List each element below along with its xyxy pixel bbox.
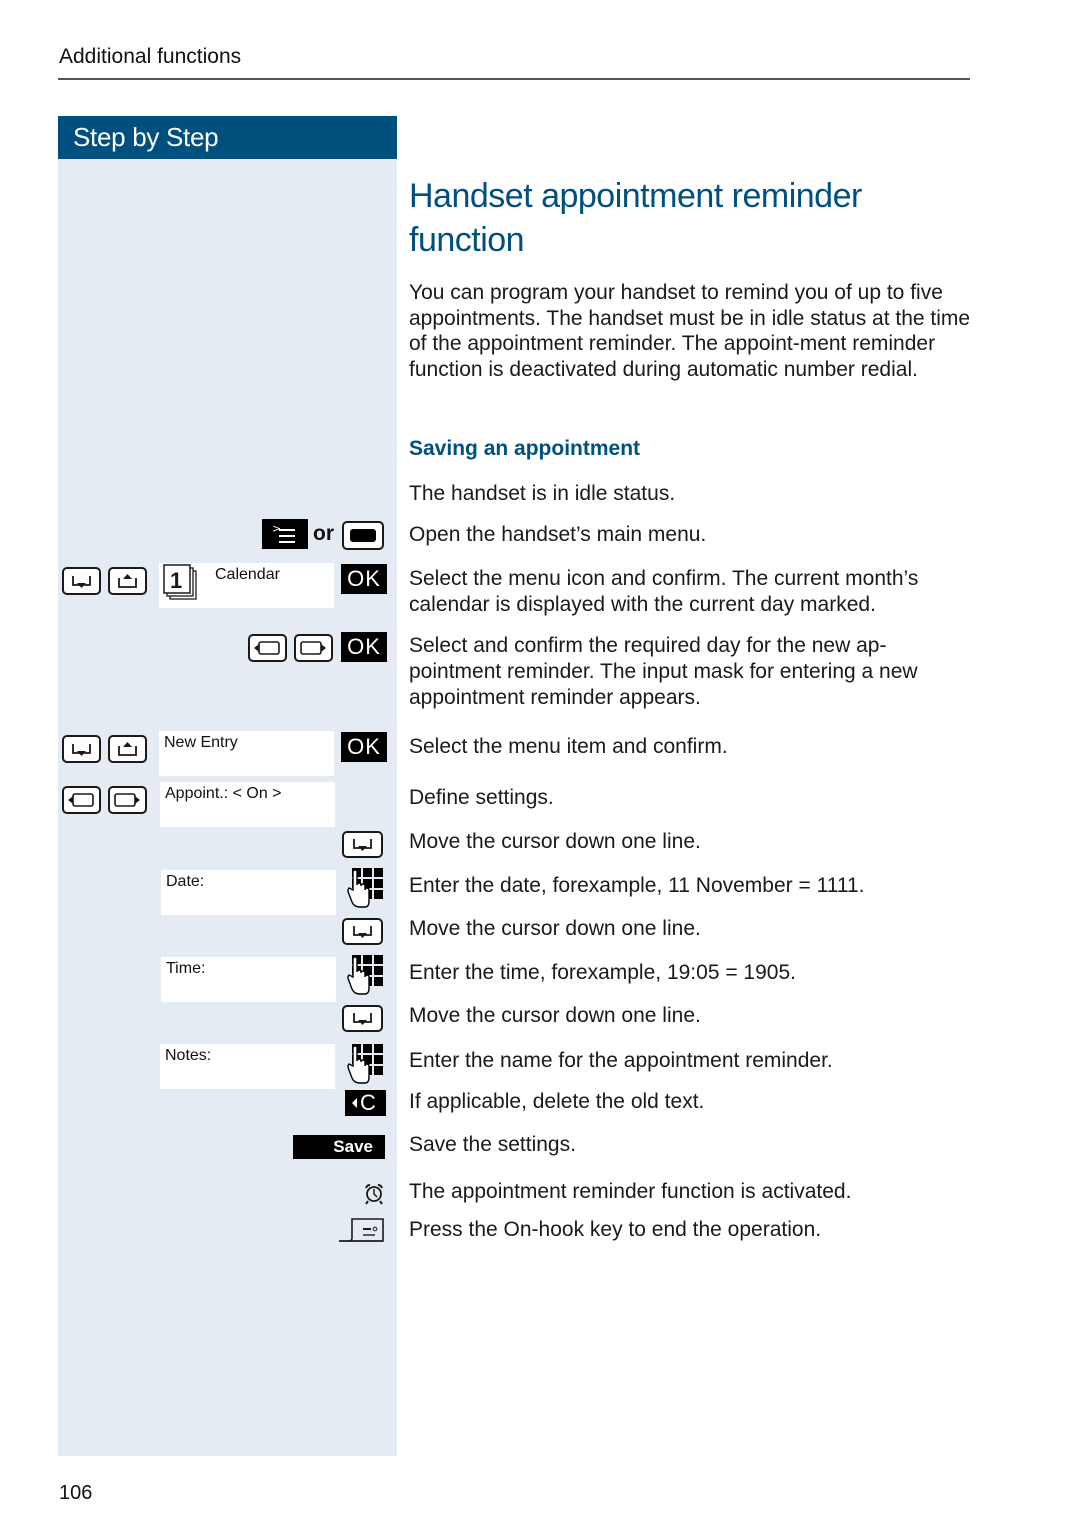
ok-key: OK [341,632,387,662]
step-text: Open the handset’s main menu. [409,523,707,546]
on-hook-key-icon [337,1216,385,1244]
new-entry-display: New Entry [159,731,334,776]
right-key-icon [294,634,333,662]
clear-key: C [345,1090,386,1116]
save-softkey: Save [293,1135,385,1159]
step-text: Enter the name for the appointment remin… [409,1049,833,1072]
down-key-icon [342,918,383,945]
ok-key: OK [341,732,387,762]
notes-display: Notes: [160,1044,335,1089]
step-text: Move the cursor down one line. [409,830,701,853]
step-text: Define settings. [409,786,554,809]
page-title: Handset appointment reminder function [409,177,862,259]
step-text: Enter the time, forexample, 19:05 = 1905… [409,961,796,984]
appoint-display: Appoint.: < On > [160,782,335,827]
section-header: Additional functions [59,45,242,68]
or-label: or [313,522,334,545]
keypad-icon [346,868,386,910]
alarm-clock-icon [364,1183,384,1205]
date-display: Date: [161,870,336,915]
up-key-icon [108,567,147,595]
down-key-icon [62,567,101,595]
keypad-icon [346,1044,386,1086]
new-entry-label: New Entry [164,734,238,751]
down-key-icon [62,735,101,763]
step-by-step-banner: Step by Step [58,116,397,159]
right-key-icon [108,786,147,814]
down-key-icon [342,1005,383,1032]
keypad-icon [346,955,386,997]
step-text: The appointment reminder function is act… [409,1180,852,1203]
calendar-icon: 1 [161,564,201,604]
left-key-icon [248,634,287,662]
step-text: Select the menu item and confirm. [409,735,728,758]
step-text: If applicable, delete the old text. [409,1090,705,1113]
ok-key: OK [341,564,387,594]
header-divider [58,78,970,80]
step-by-step-title: Step by Step [73,122,219,152]
step-text: Select and confirm the required day for … [409,634,918,709]
calendar-menu-label: Calendar [215,566,280,583]
step-text: The handset is in idle status. [409,482,676,505]
step-text: Move the cursor down one line. [409,1004,701,1027]
calendar-display: 1 Calendar [159,563,334,608]
down-key-icon [342,831,383,858]
section-subheading: Saving an appointment [409,437,641,460]
svg-text:1: 1 [170,568,182,593]
notes-field-label: Notes: [165,1047,212,1064]
intro-paragraph: You can program your handset to remind y… [409,281,971,382]
menu-key-icon: > [262,519,308,549]
clear-key-label: C [360,1090,376,1115]
step-text: Save the settings. [409,1133,576,1156]
page-number: 106 [59,1482,93,1504]
time-display: Time: [161,957,336,1002]
step-text: Press the On-hook key to end the operati… [409,1218,822,1241]
left-key-icon [62,786,101,814]
display-key-icon [342,521,384,550]
svg-text:>: > [272,522,281,535]
date-field-label: Date: [166,873,205,890]
time-field-label: Time: [166,960,206,977]
step-text: Move the cursor down one line. [409,917,701,940]
step-text: Select the menu icon and confirm. The cu… [409,567,919,616]
appoint-setting-label: Appoint.: < On > [165,785,282,802]
up-key-icon [108,735,147,763]
step-text: Enter the date, forexample, 11 November … [409,874,865,897]
